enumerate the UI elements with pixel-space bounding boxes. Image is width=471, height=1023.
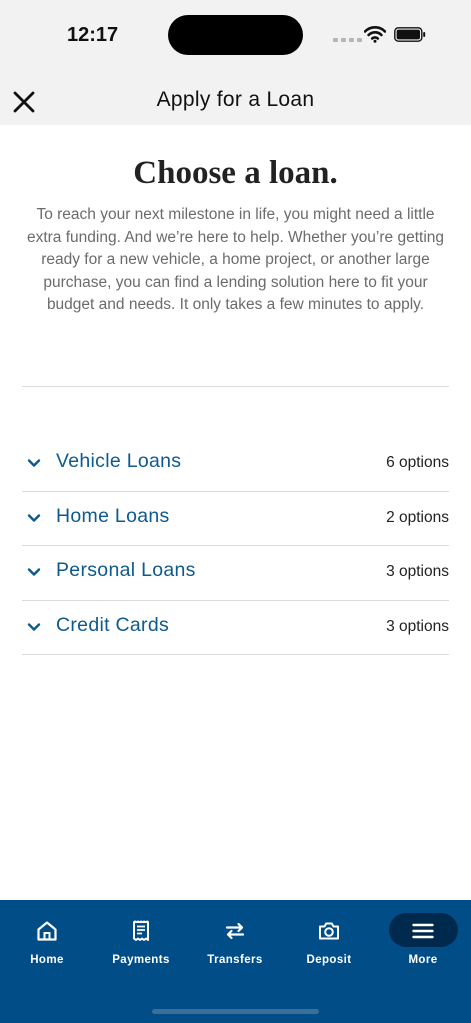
tab-more[interactable]: More (376, 900, 470, 980)
loan-row-vehicle-loans[interactable]: Vehicle Loans 6 options (22, 437, 449, 492)
home-indicator (152, 1009, 319, 1014)
tab-home[interactable]: Home (0, 900, 94, 980)
tab-payments[interactable]: Payments (94, 900, 188, 980)
loan-row-home-loans[interactable]: Home Loans 2 options (22, 492, 449, 546)
chevron-down-icon (27, 513, 41, 522)
tab-label: Transfers (207, 954, 263, 966)
loan-option-count: 2 options (386, 508, 449, 526)
tab-label: Deposit (306, 954, 352, 966)
loan-list: Vehicle Loans 6 options Home Loans 2 opt… (22, 437, 449, 655)
tab-label: More (408, 954, 438, 966)
page-title: Apply for a Loan (156, 88, 315, 111)
loan-name: Home Loans (56, 504, 170, 527)
chevron-down-icon (27, 568, 41, 576)
chevron-down-icon (27, 622, 41, 631)
transfer-arrows-icon (225, 922, 245, 940)
tab-deposit[interactable]: Deposit (282, 900, 376, 980)
dynamic-island (168, 15, 303, 55)
loan-name: Vehicle Loans (56, 450, 182, 472)
chevron-down-icon (27, 459, 41, 467)
battery-icon (394, 27, 426, 42)
loan-name: Credit Cards (56, 613, 170, 636)
loan-option-count: 6 options (386, 454, 449, 471)
loan-row-personal-loans[interactable]: Personal Loans 3 options (22, 546, 449, 601)
status-bar: 12:17 (0, 0, 471, 70)
home-icon (37, 921, 57, 941)
tab-label: Payments (112, 954, 170, 966)
camera-icon (319, 922, 339, 940)
loan-option-count: 3 options (386, 563, 449, 580)
cellular-signal-icon (333, 38, 362, 42)
loan-row-credit-cards[interactable]: Credit Cards 3 options (22, 601, 449, 655)
hamburger-menu-icon (412, 923, 434, 939)
receipt-icon (133, 920, 149, 941)
close-icon[interactable] (10, 88, 38, 116)
divider (22, 386, 449, 387)
loan-name: Personal Loans (56, 559, 196, 581)
main-content: Choose a loan. To reach your next milest… (0, 125, 471, 655)
nav-bar: Apply for a Loan (0, 70, 471, 125)
wifi-icon (364, 26, 386, 43)
status-time: 12:17 (67, 24, 119, 46)
tab-label: Home (30, 954, 64, 966)
headline: Choose a loan. (133, 155, 338, 191)
loan-option-count: 3 options (386, 617, 449, 635)
intro-text: To reach your next milestone in life, yo… (26, 206, 445, 313)
tab-transfers[interactable]: Transfers (188, 900, 282, 980)
